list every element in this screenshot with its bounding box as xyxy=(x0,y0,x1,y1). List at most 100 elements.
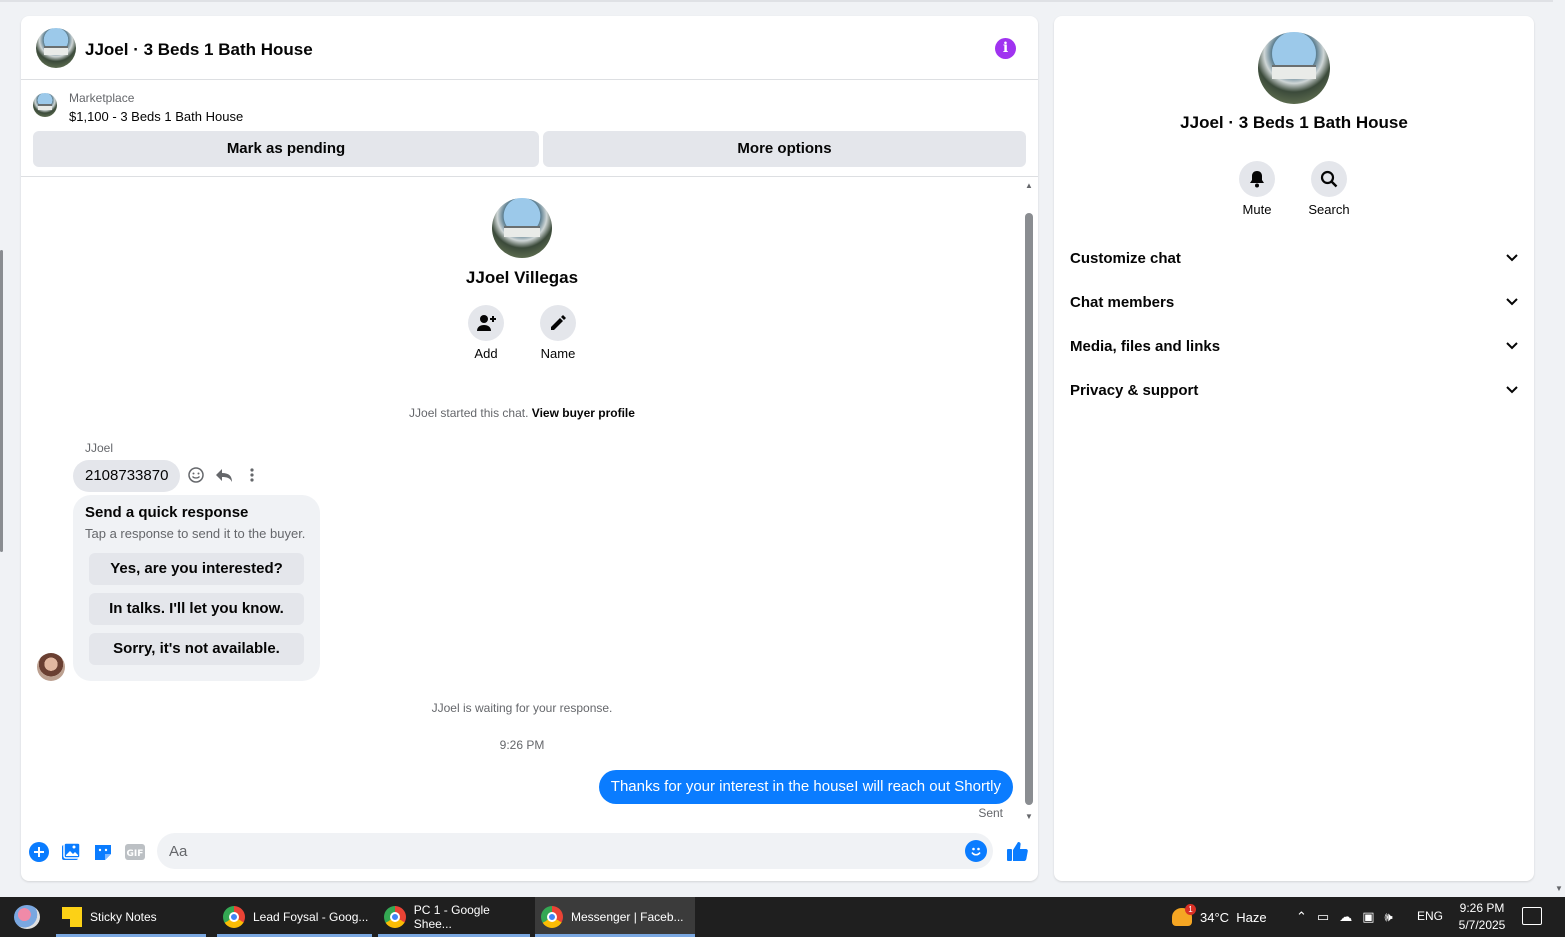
chat-header: JJoel · 3 Beds 1 Bath House i xyxy=(21,16,1038,80)
volume-icon[interactable]: 🕪 xyxy=(1385,909,1393,925)
scroll-up-icon[interactable]: ▲ xyxy=(1025,181,1033,190)
search-in-conversation-button[interactable] xyxy=(1311,161,1347,197)
divider xyxy=(21,176,1038,177)
section-label: Chat members xyxy=(1070,293,1175,311)
pencil-icon xyxy=(551,315,566,330)
system-tray: ⌃ ▭ ☁ ▣ 🕪 xyxy=(1296,897,1393,937)
section-customize-chat[interactable]: Customize chat xyxy=(1070,240,1518,276)
section-chat-members[interactable]: Chat members xyxy=(1070,284,1518,320)
thumbs-up-icon[interactable] xyxy=(1004,838,1030,864)
quick-response-title: Send a quick response xyxy=(85,504,249,521)
chat-title[interactable]: JJoel · 3 Beds 1 Bath House xyxy=(85,40,313,60)
mute-label: Mute xyxy=(1242,202,1272,217)
sticky-notes-icon xyxy=(62,907,82,927)
conversation-info-panel: JJoel · 3 Beds 1 Bath House Mute Search … xyxy=(1054,16,1534,881)
message-input-container xyxy=(157,833,993,869)
language-indicator[interactable]: ENG xyxy=(1417,909,1443,923)
emoji-icon[interactable] xyxy=(965,840,987,862)
quick-response-in-talks-button[interactable]: In talks. I'll let you know. xyxy=(89,593,304,625)
photo-icon[interactable] xyxy=(60,841,82,863)
taskbar: Sticky Notes Lead Foysal - Goog... PC 1 … xyxy=(0,897,1565,937)
incoming-message-bubble[interactable]: 2108733870 xyxy=(73,460,181,492)
reply-icon[interactable] xyxy=(215,465,233,485)
chat-started-notice: JJoel started this chat. View buyer prof… xyxy=(21,406,1023,420)
taskbar-app-sticky-notes[interactable]: Sticky Notes xyxy=(56,897,206,937)
weather-widget[interactable]: 1 34°C Haze xyxy=(1172,897,1267,937)
message-composer: GIF xyxy=(21,829,1038,873)
start-button-icon[interactable] xyxy=(14,905,40,929)
chevron-down-icon xyxy=(1506,298,1518,306)
chevron-down-icon xyxy=(1506,254,1518,262)
section-label: Media, files and links xyxy=(1070,337,1221,355)
chat-started-text: JJoel started this chat. xyxy=(409,406,532,420)
clock[interactable]: 9:26 PM 5/7/2025 xyxy=(1452,900,1512,934)
buyer-name: JJoel Villegas xyxy=(465,268,579,287)
taskbar-app-chrome-lead[interactable]: Lead Foysal - Goog... xyxy=(217,897,372,937)
taskbar-app-label: PC 1 - Google Shee... xyxy=(413,903,490,931)
meet-icon[interactable]: ▭ xyxy=(1317,909,1329,925)
message-status: Sent xyxy=(978,806,1003,820)
quick-response-subtitle: Tap a response to send it to the buyer. xyxy=(85,526,306,541)
chat-panel: JJoel · 3 Beds 1 Bath House i Marketplac… xyxy=(21,16,1038,881)
scroll-down-icon[interactable]: ▼ xyxy=(1555,884,1563,893)
scrollbar-thumb[interactable] xyxy=(1025,213,1033,805)
mute-button[interactable] xyxy=(1239,161,1275,197)
name-label: Name xyxy=(540,346,576,361)
plus-icon[interactable] xyxy=(28,841,50,863)
outgoing-message-bubble[interactable]: Thanks for your interest in the houseI w… xyxy=(598,770,1013,804)
sticker-icon[interactable] xyxy=(92,841,114,863)
taskbar-app-chrome-sheets[interactable]: PC 1 - Google Shee... xyxy=(378,897,530,937)
search-icon xyxy=(1320,170,1338,188)
clock-time: 9:26 PM xyxy=(1459,901,1505,915)
section-privacy-support[interactable]: Privacy & support xyxy=(1070,372,1518,408)
view-buyer-profile-link[interactable]: View buyer profile xyxy=(532,406,635,420)
quick-response-card: Send a quick response Tap a response to … xyxy=(73,495,320,681)
chevron-up-icon[interactable]: ⌃ xyxy=(1296,909,1307,925)
clock-date: 5/7/2025 xyxy=(1458,918,1506,932)
gif-icon[interactable]: GIF xyxy=(124,841,146,863)
react-icon[interactable] xyxy=(187,465,205,485)
mark-as-pending-button[interactable]: Mark as pending xyxy=(33,131,539,167)
add-people-button[interactable] xyxy=(468,305,504,341)
message-input[interactable] xyxy=(157,833,937,869)
chrome-icon xyxy=(384,906,406,928)
sender-avatar[interactable] xyxy=(37,653,65,681)
section-media-files-links[interactable]: Media, files and links xyxy=(1070,328,1518,364)
marketplace-label: Marketplace xyxy=(69,91,135,105)
chat-scrollbar[interactable]: ▲ ▼ xyxy=(1024,181,1034,821)
info-icon[interactable]: i xyxy=(995,38,1016,59)
more-options-button[interactable]: More options xyxy=(543,131,1026,167)
message-actions xyxy=(187,465,261,485)
message-timestamp: 9:26 PM xyxy=(499,738,545,752)
page-scrollbar[interactable]: ▼ xyxy=(1553,0,1565,897)
buyer-avatar[interactable] xyxy=(492,198,552,258)
marketplace-listing-thumbnail[interactable] xyxy=(33,93,57,117)
section-label: Customize chat xyxy=(1070,249,1181,267)
taskbar-app-label: Messenger | Faceb... xyxy=(571,910,684,924)
window-top-border xyxy=(0,0,1565,2)
weather-badge: 1 xyxy=(1185,904,1196,915)
cloud-icon[interactable]: ☁ xyxy=(1339,909,1352,925)
info-avatar[interactable] xyxy=(1258,32,1330,104)
add-person-icon xyxy=(477,315,496,331)
chrome-icon xyxy=(541,906,563,928)
scroll-down-icon[interactable]: ▼ xyxy=(1025,812,1033,821)
more-icon[interactable] xyxy=(243,465,261,485)
info-title: JJoel · 3 Beds 1 Bath House xyxy=(1180,113,1408,132)
taskbar-app-chrome-messenger[interactable]: Messenger | Faceb... xyxy=(535,897,695,937)
chevron-down-icon xyxy=(1506,342,1518,350)
network-icon[interactable]: ▣ xyxy=(1362,909,1374,925)
quick-response-not-available-button[interactable]: Sorry, it's not available. xyxy=(89,633,304,665)
listing-price-title[interactable]: $1,100 - 3 Beds 1 Bath House xyxy=(69,109,243,124)
left-edge-scrollbar[interactable] xyxy=(0,250,3,552)
notification-icon[interactable] xyxy=(1522,907,1542,925)
quick-response-yes-button[interactable]: Yes, are you interested? xyxy=(89,553,304,585)
message-sender-name: JJoel xyxy=(85,441,114,455)
svg-text:GIF: GIF xyxy=(127,849,144,859)
listing-avatar[interactable] xyxy=(36,28,76,68)
edit-name-button[interactable] xyxy=(540,305,576,341)
weather-icon: 1 xyxy=(1172,904,1196,926)
waiting-notice: JJoel is waiting for your response. xyxy=(431,701,613,715)
chrome-icon xyxy=(223,906,245,928)
taskbar-app-label: Lead Foysal - Goog... xyxy=(253,910,369,924)
